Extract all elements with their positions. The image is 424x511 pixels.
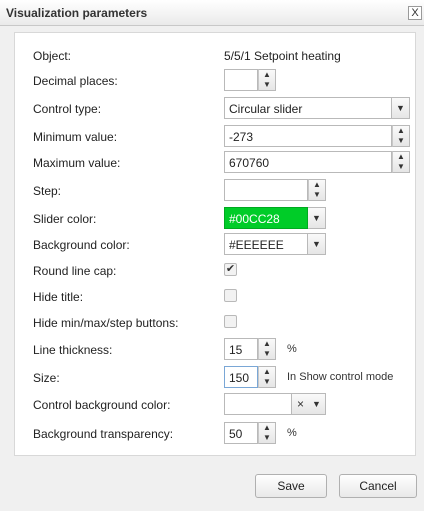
line-thickness-input[interactable]: 15 bbox=[224, 338, 258, 360]
spin-down-icon[interactable]: ▼ bbox=[259, 349, 275, 359]
round-line-cap-checkbox[interactable]: ✔ bbox=[224, 263, 237, 276]
object-row: Object: 5/5/1 Setpoint heating bbox=[19, 44, 419, 66]
spin-down-icon[interactable]: ▼ bbox=[259, 80, 275, 90]
spin-up-icon[interactable]: ▲ bbox=[259, 367, 275, 377]
round-line-cap-label: Round line cap: bbox=[33, 264, 117, 278]
step-label: Step: bbox=[33, 184, 62, 198]
spin-down-icon[interactable]: ▼ bbox=[309, 190, 325, 200]
background-transparency-unit: % bbox=[287, 427, 297, 439]
line-thickness-stepper[interactable]: ▲ ▼ bbox=[258, 338, 276, 360]
round-line-cap-row: Round line cap: ✔ bbox=[19, 259, 419, 281]
spin-up-icon[interactable]: ▲ bbox=[259, 339, 275, 349]
minimum-value-row: Minimum value: -273 ▲ ▼ bbox=[19, 125, 419, 147]
dialog-title: Visualization parameters bbox=[6, 6, 148, 20]
background-transparency-label: Background transparency: bbox=[33, 427, 174, 441]
decimal-places-input[interactable] bbox=[224, 69, 258, 91]
visualization-parameters-dialog: Visualization parameters X Object: 5/5/1… bbox=[0, 0, 424, 511]
object-label: Object: bbox=[33, 49, 72, 63]
maximum-value-row: Maximum value: 670760 ▲ ▼ bbox=[19, 151, 419, 173]
hide-buttons-label: Hide min/max/step buttons: bbox=[33, 316, 179, 330]
spin-down-icon[interactable]: ▼ bbox=[393, 136, 409, 146]
chevron-down-icon[interactable]: ▼ bbox=[308, 207, 326, 229]
maximum-value-input[interactable]: 670760 bbox=[224, 151, 392, 173]
slider-color-input[interactable]: #00CC28 bbox=[224, 207, 308, 229]
size-stepper[interactable]: ▲ ▼ bbox=[258, 366, 276, 388]
control-background-color-input[interactable] bbox=[224, 393, 292, 415]
hide-title-label: Hide title: bbox=[33, 290, 84, 304]
hide-buttons-checkbox[interactable] bbox=[224, 315, 237, 328]
slider-color-row: Slider color: #00CC28 ▼ bbox=[19, 207, 419, 229]
step-input[interactable] bbox=[224, 179, 308, 201]
background-color-label: Background color: bbox=[33, 238, 130, 252]
spin-up-icon[interactable]: ▲ bbox=[259, 423, 275, 433]
chevron-down-icon[interactable]: ▼ bbox=[392, 97, 410, 119]
control-type-select[interactable]: Circular slider bbox=[224, 97, 392, 119]
background-transparency-row: Background transparency: 50 ▲ ▼ % bbox=[19, 422, 419, 444]
chevron-down-icon[interactable]: ▼ bbox=[308, 233, 326, 255]
cancel-button[interactable]: Cancel bbox=[339, 474, 417, 498]
save-button[interactable]: Save bbox=[255, 474, 327, 498]
maximum-value-stepper[interactable]: ▲ ▼ bbox=[392, 151, 410, 173]
minimum-value-stepper[interactable]: ▲ ▼ bbox=[392, 125, 410, 147]
minimum-value-input[interactable]: -273 bbox=[224, 125, 392, 147]
spin-up-icon[interactable]: ▲ bbox=[259, 70, 275, 80]
line-thickness-unit: % bbox=[287, 343, 297, 355]
step-stepper[interactable]: ▲ ▼ bbox=[308, 179, 326, 201]
dialog-titlebar: Visualization parameters X bbox=[0, 0, 424, 26]
hide-title-checkbox[interactable] bbox=[224, 289, 237, 302]
size-input[interactable]: 150 bbox=[224, 366, 258, 388]
background-color-input[interactable]: #EEEEEE bbox=[224, 233, 308, 255]
size-label: Size: bbox=[33, 371, 60, 385]
control-type-label: Control type: bbox=[33, 102, 102, 116]
decimal-places-stepper[interactable]: ▲ ▼ bbox=[258, 69, 276, 91]
control-type-row: Control type: Circular slider ▼ bbox=[19, 97, 419, 119]
spin-down-icon[interactable]: ▼ bbox=[259, 377, 275, 387]
slider-color-label: Slider color: bbox=[33, 212, 97, 226]
object-value: 5/5/1 Setpoint heating bbox=[224, 49, 341, 63]
background-transparency-stepper[interactable]: ▲ ▼ bbox=[258, 422, 276, 444]
decimal-places-row: Decimal places: ▲ ▼ bbox=[19, 69, 419, 91]
spin-down-icon[interactable]: ▼ bbox=[393, 162, 409, 172]
size-row: Size: 150 ▲ ▼ In Show control mode bbox=[19, 366, 419, 388]
close-button[interactable]: X bbox=[408, 6, 422, 20]
control-background-color-label: Control background color: bbox=[33, 398, 171, 412]
spin-up-icon[interactable]: ▲ bbox=[393, 126, 409, 136]
hide-buttons-row: Hide min/max/step buttons: bbox=[19, 311, 419, 333]
spin-up-icon[interactable]: ▲ bbox=[393, 152, 409, 162]
spin-down-icon[interactable]: ▼ bbox=[259, 433, 275, 443]
line-thickness-row: Line thickness: 15 ▲ ▼ % bbox=[19, 338, 419, 360]
line-thickness-label: Line thickness: bbox=[33, 343, 113, 357]
hide-title-row: Hide title: bbox=[19, 285, 419, 307]
dialog-footer: Save Cancel bbox=[0, 456, 424, 511]
background-color-row: Background color: #EEEEEE ▼ bbox=[19, 233, 419, 255]
decimal-places-label: Decimal places: bbox=[33, 74, 118, 88]
size-note: In Show control mode bbox=[287, 371, 394, 383]
step-row: Step: ▲ ▼ bbox=[19, 179, 419, 201]
minimum-value-label: Minimum value: bbox=[33, 130, 118, 144]
maximum-value-label: Maximum value: bbox=[33, 156, 121, 170]
control-background-color-row: Control background color: × ▼ bbox=[19, 393, 419, 415]
spin-up-icon[interactable]: ▲ bbox=[309, 180, 325, 190]
chevron-down-icon[interactable]: ▼ bbox=[308, 393, 326, 415]
background-transparency-input[interactable]: 50 bbox=[224, 422, 258, 444]
